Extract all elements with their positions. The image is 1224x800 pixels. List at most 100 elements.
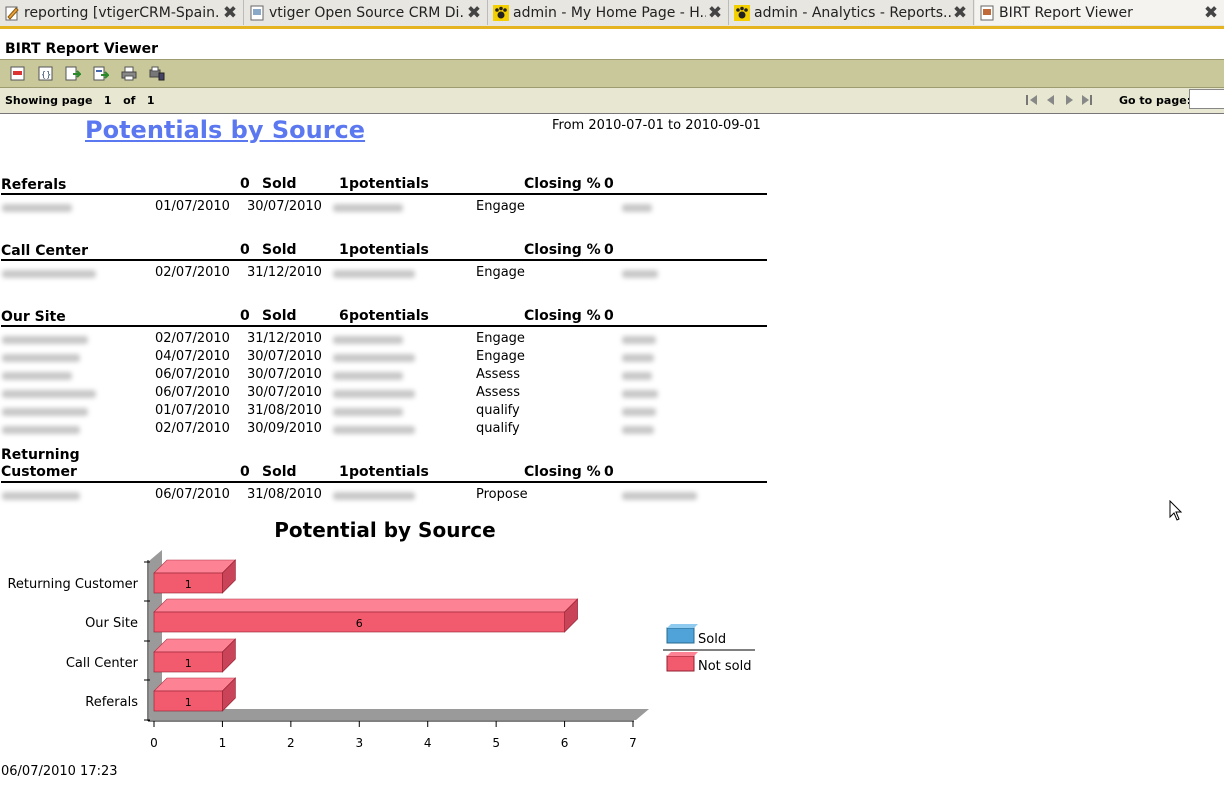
- group-name: Call Center: [1, 243, 89, 259]
- bar-data-label: 1: [185, 657, 192, 670]
- y-category-label: Returning Customer: [7, 577, 138, 592]
- y-category-label: Our Site: [85, 616, 138, 631]
- x-tick-label: 1: [219, 736, 227, 750]
- row-start: 02/07/2010: [155, 331, 230, 346]
- close-icon[interactable]: ✖: [1202, 3, 1220, 23]
- previous-page-icon[interactable]: [1047, 95, 1054, 105]
- report-timestamp: 06/07/2010 17:23: [1, 764, 118, 779]
- edit-icon: [5, 6, 19, 20]
- row-start: 04/07/2010: [155, 349, 230, 364]
- group-header: Referals 0 Sold 1 potentials Closing % 0: [1, 176, 767, 195]
- print-server-icon[interactable]: [149, 66, 165, 81]
- bar-not-sold: 1: [153, 638, 237, 673]
- table-row: 01/07/2010 30/07/2010 Engage: [0, 199, 766, 217]
- print-icon[interactable]: [121, 66, 137, 81]
- row-close: 30/09/2010: [247, 421, 322, 436]
- browser-tab-vtiger-dir[interactable]: vtiger Open Source CRM Di... ✖: [245, 0, 488, 25]
- legend-swatch-not-sold-top: [667, 652, 698, 656]
- close-icon[interactable]: ✖: [706, 3, 724, 23]
- y-category-label: Call Center: [66, 656, 139, 671]
- table-row: 06/07/2010 31/08/2010 Propose: [0, 487, 766, 505]
- legend-swatch-sold: [666, 627, 695, 644]
- group-potentials-count: 1: [339, 176, 349, 192]
- group-potentials-label: potentials: [349, 464, 429, 480]
- tab-label: admin - My Home Page - H...: [513, 4, 706, 21]
- group-name: Our Site: [1, 309, 66, 325]
- row-start: 01/07/2010: [155, 199, 230, 214]
- of-label: of: [123, 94, 136, 107]
- row-close: 30/07/2010: [247, 385, 322, 400]
- tab-label: admin - Analytics - Reports...: [754, 4, 951, 21]
- redacted-assigned-to: [622, 372, 652, 380]
- browser-tab-analytics[interactable]: admin - Analytics - Reports... ✖: [730, 0, 974, 25]
- browser-tab-birt-viewer[interactable]: BIRT Report Viewer ✖: [975, 0, 1224, 25]
- legend-swatch-not-sold: [666, 655, 695, 672]
- goto-page-input[interactable]: [1189, 89, 1224, 109]
- tab-label: BIRT Report Viewer: [999, 4, 1133, 21]
- row-start: 02/07/2010: [155, 421, 230, 436]
- row-close: 31/08/2010: [247, 487, 322, 502]
- group-sold-label: Sold: [262, 464, 297, 480]
- next-page-icon[interactable]: [1066, 95, 1073, 105]
- redacted-assigned-to: [622, 426, 654, 434]
- toc-icon[interactable]: [10, 66, 26, 81]
- close-icon[interactable]: ✖: [465, 3, 483, 23]
- close-icon[interactable]: ✖: [951, 3, 969, 23]
- close-icon[interactable]: ✖: [221, 3, 239, 23]
- row-stage: Assess: [476, 385, 520, 400]
- row-stage: Engage: [476, 349, 525, 364]
- row-close: 31/08/2010: [247, 403, 322, 418]
- table-row: 04/07/2010 30/07/2010 Engage: [0, 349, 766, 367]
- row-stage: Engage: [476, 331, 525, 346]
- group-sold-label: Sold: [262, 176, 297, 192]
- x-tick-label: 5: [492, 736, 500, 750]
- group-name: Referals: [1, 177, 67, 193]
- last-page-icon[interactable]: [1082, 95, 1092, 105]
- row-start: 02/07/2010: [155, 265, 230, 280]
- legend-label-sold: Sold: [698, 632, 726, 647]
- tab-label: vtiger Open Source CRM Di...: [269, 4, 465, 21]
- row-stage: Propose: [476, 487, 528, 502]
- x-tick-label: 4: [424, 736, 432, 750]
- browser-tab-home[interactable]: admin - My Home Page - H... ✖: [489, 0, 729, 25]
- x-tick-label: 0: [150, 736, 158, 750]
- group-header: Our Site 0 Sold 6 potentials Closing % 0: [1, 308, 767, 327]
- row-stage: Assess: [476, 367, 520, 382]
- first-page-icon[interactable]: [1026, 95, 1037, 105]
- parameter-icon[interactable]: {}: [38, 66, 54, 81]
- redacted-owner: [333, 408, 403, 416]
- group-closing-label: Closing %: [524, 308, 601, 324]
- bar-top-face: [153, 677, 237, 692]
- potential-by-source-chart: Potential by Source 0 1 2 3 4 5 6 7 Referals Call …: [7, 518, 755, 750]
- page-status: Showing page 1 of 1: [5, 94, 155, 107]
- bar-top-face: [153, 598, 579, 613]
- svg-text:{}: {}: [41, 70, 51, 79]
- chart-floor: [149, 709, 649, 720]
- viewer-toolbar: {}: [0, 59, 1224, 88]
- redacted-owner: [333, 426, 415, 434]
- row-stage: qualify: [476, 421, 520, 436]
- browser-tab-reporting[interactable]: reporting [vtigerCRM-Spain... ✖: [0, 0, 244, 25]
- vtiger-paw-icon: [493, 4, 509, 21]
- report-title[interactable]: Potentials by Source: [85, 116, 365, 144]
- x-tick-label: 7: [629, 736, 637, 750]
- group-closing-value: 0: [604, 308, 614, 324]
- bar-data-label: 1: [185, 696, 192, 709]
- table-row: 02/07/2010 30/09/2010 qualify: [0, 421, 766, 439]
- bar-not-sold: 1: [153, 559, 237, 594]
- group-closing-value: 0: [604, 464, 614, 480]
- chart-legend: Sold Not sold: [663, 624, 755, 674]
- chart-title: Potential by Source: [274, 518, 495, 542]
- export-data-icon[interactable]: [65, 66, 81, 81]
- group-closing-label: Closing %: [524, 242, 601, 258]
- report-date-range: From 2010-07-01 to 2010-09-01: [552, 118, 761, 133]
- redacted-assigned-to: [622, 390, 658, 398]
- redacted-owner: [333, 354, 415, 362]
- group-potentials-count: 1: [339, 464, 349, 480]
- redacted-potential-name: [2, 390, 96, 398]
- export-report-icon[interactable]: [93, 66, 109, 81]
- page-icon: [250, 5, 264, 20]
- row-close: 30/07/2010: [247, 349, 322, 364]
- redacted-owner: [333, 492, 415, 500]
- current-page: 1: [103, 94, 112, 107]
